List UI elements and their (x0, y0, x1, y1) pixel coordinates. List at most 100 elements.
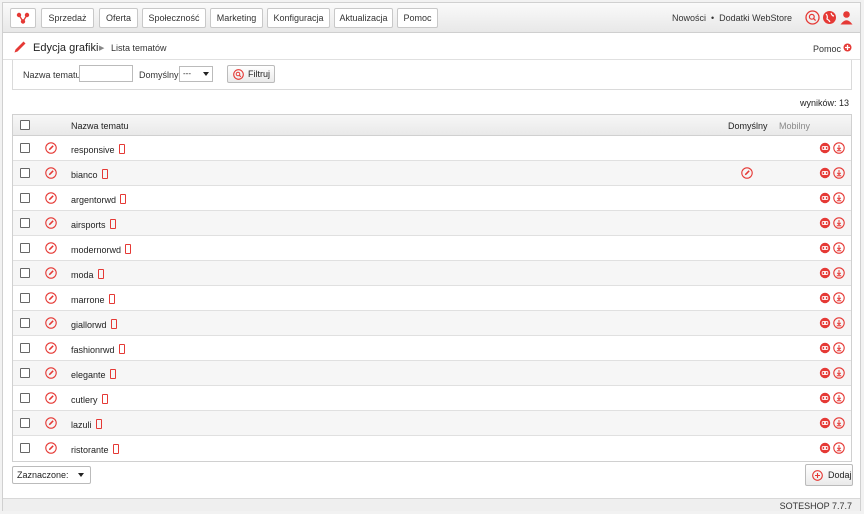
row-checkbox[interactable] (20, 318, 30, 328)
theme-name-link[interactable]: cutlery (71, 394, 108, 405)
edit-circle-icon[interactable] (45, 167, 57, 181)
nav-item-aktualizacja[interactable]: Aktualizacja (334, 8, 393, 28)
theme-name-link[interactable]: moda (71, 269, 104, 280)
edit-circle-icon[interactable] (45, 367, 57, 381)
row-actions (819, 367, 845, 381)
download-icon[interactable] (833, 442, 845, 456)
nav-item-spolecznosc[interactable]: Społeczność (142, 8, 206, 28)
row-checkbox[interactable] (20, 243, 30, 253)
row-checkbox[interactable] (20, 168, 30, 178)
duplicate-icon[interactable] (819, 142, 831, 156)
duplicate-icon[interactable] (819, 242, 831, 256)
duplicate-icon[interactable] (819, 442, 831, 456)
theme-name-link[interactable]: marrone (71, 294, 115, 305)
column-header-mobile[interactable]: Mobilny (779, 121, 810, 131)
row-checkbox[interactable] (20, 418, 30, 428)
edit-circle-icon[interactable] (45, 417, 57, 431)
add-theme-button[interactable]: Dodaj (805, 464, 853, 486)
download-icon[interactable] (833, 367, 845, 381)
nav-item-marketing[interactable]: Marketing (210, 8, 263, 28)
duplicate-icon[interactable] (819, 317, 831, 331)
bulk-action-select[interactable]: Zaznaczone: (12, 466, 91, 484)
duplicate-icon[interactable] (819, 392, 831, 406)
duplicate-icon[interactable] (819, 292, 831, 306)
row-checkbox[interactable] (20, 393, 30, 403)
column-header-default[interactable]: Domyślny (728, 121, 768, 131)
edit-circle-icon[interactable] (45, 267, 57, 281)
download-icon[interactable] (833, 317, 845, 331)
download-icon[interactable] (833, 292, 845, 306)
edit-circle-icon[interactable] (45, 442, 57, 456)
nav-item-pomoc[interactable]: Pomoc (397, 8, 438, 28)
duplicate-icon[interactable] (819, 167, 831, 181)
download-icon[interactable] (833, 417, 845, 431)
row-checkbox[interactable] (20, 368, 30, 378)
filter-button[interactable]: Filtruj (227, 65, 275, 83)
duplicate-icon[interactable] (819, 192, 831, 206)
breadcrumb-section[interactable]: Edycja grafiki (33, 42, 98, 54)
theme-name: bianco (71, 170, 98, 180)
nav-item-oferta[interactable]: Oferta (99, 8, 138, 28)
row-checkbox[interactable] (20, 268, 30, 278)
footer: SOTESHOP 7.7.7 (3, 498, 860, 511)
edit-circle-icon[interactable] (45, 217, 57, 231)
nav-item-sprzedaz[interactable]: Sprzedaż (41, 8, 94, 28)
duplicate-icon[interactable] (819, 342, 831, 356)
filter-name-label: Nazwa tematu (23, 70, 81, 80)
row-checkbox[interactable] (20, 343, 30, 353)
download-icon[interactable] (833, 392, 845, 406)
edit-circle-icon[interactable] (45, 142, 57, 156)
table-row: moda (13, 261, 851, 286)
nav-item-konfiguracja[interactable]: Konfiguracja (267, 8, 330, 28)
edit-circle-icon[interactable] (45, 392, 57, 406)
row-checkbox[interactable] (20, 193, 30, 203)
search-icon[interactable] (805, 10, 820, 27)
theme-name-link[interactable]: argentorwd (71, 194, 127, 205)
themes-table: Nazwa tematu Domyślny Mobilny responsive… (12, 114, 852, 462)
add-button-label: Dodaj (828, 470, 852, 480)
link-dodatki-webstore[interactable]: Dodatki WebStore (719, 13, 792, 23)
download-icon[interactable] (833, 342, 845, 356)
edit-circle-icon[interactable] (45, 242, 57, 256)
duplicate-icon[interactable] (819, 267, 831, 281)
duplicate-icon[interactable] (819, 217, 831, 231)
download-icon[interactable] (833, 192, 845, 206)
globe-icon[interactable] (822, 10, 837, 27)
table-body: responsive bianco argentorwd airsports moder… (13, 136, 851, 461)
theme-name-link[interactable]: elegante (71, 369, 116, 380)
theme-name-link[interactable]: ristorante (71, 444, 119, 455)
theme-name-link[interactable]: responsive (71, 144, 125, 155)
select-all-checkbox[interactable] (20, 120, 30, 130)
help-link[interactable]: Pomoc (813, 43, 852, 54)
download-icon[interactable] (833, 167, 845, 181)
filter-default-select[interactable]: --- (179, 66, 213, 82)
download-icon[interactable] (833, 142, 845, 156)
filter-name-input[interactable] (79, 65, 133, 82)
theme-name-link[interactable]: airsports (71, 219, 116, 230)
row-checkbox[interactable] (20, 218, 30, 228)
duplicate-icon[interactable] (819, 367, 831, 381)
edit-circle-icon[interactable] (45, 292, 57, 306)
soteshop-logo-icon[interactable] (10, 8, 36, 28)
filter-default-label: Domyślny (139, 70, 179, 80)
duplicate-icon[interactable] (819, 417, 831, 431)
theme-name-link[interactable]: fashionrwd (71, 344, 125, 355)
download-icon[interactable] (833, 242, 845, 256)
theme-name-link[interactable]: giallorwd (71, 319, 117, 330)
download-icon[interactable] (833, 217, 845, 231)
row-checkbox[interactable] (20, 143, 30, 153)
theme-name: moda (71, 270, 94, 280)
theme-name-link[interactable]: modernorwd (71, 244, 132, 255)
edit-circle-icon[interactable] (45, 192, 57, 206)
theme-name-link[interactable]: bianco (71, 169, 108, 180)
edit-circle-icon[interactable] (45, 317, 57, 331)
edit-circle-icon[interactable] (45, 342, 57, 356)
download-icon[interactable] (833, 267, 845, 281)
theme-name-link[interactable]: lazuli (71, 419, 102, 430)
table-row: responsive (13, 136, 851, 161)
column-header-name[interactable]: Nazwa tematu (71, 121, 129, 131)
row-checkbox[interactable] (20, 443, 30, 453)
user-icon[interactable] (839, 10, 854, 27)
row-checkbox[interactable] (20, 293, 30, 303)
link-nowosci[interactable]: Nowości (672, 13, 706, 23)
